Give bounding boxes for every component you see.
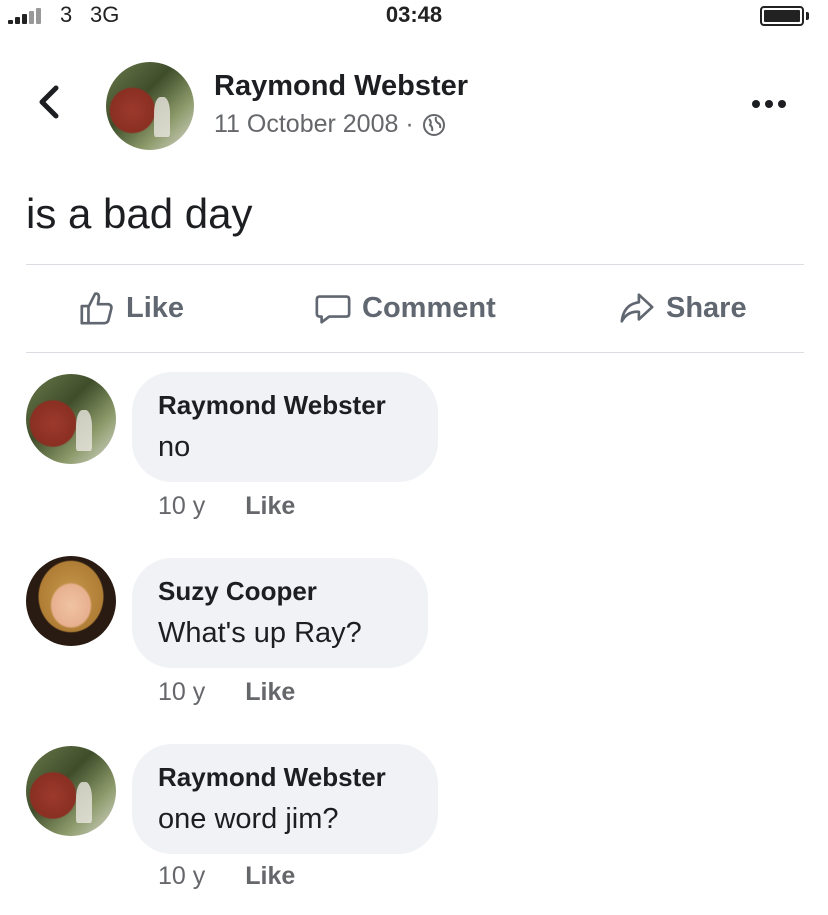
- post-text: is a bad day: [26, 190, 253, 237]
- comment-author[interactable]: Raymond Webster: [158, 390, 410, 421]
- comment-meta: 10 y Like: [158, 678, 295, 707]
- comment-button[interactable]: Comment: [314, 286, 496, 330]
- comment-age: 10 y: [158, 678, 206, 706]
- comment-bubble: Raymond Webster one word jim?: [132, 744, 438, 854]
- battery-icon: [760, 6, 804, 26]
- divider-bottom: [26, 352, 804, 353]
- comment-label: Comment: [362, 291, 496, 324]
- more-dot-icon: [778, 100, 786, 108]
- comment-author[interactable]: Suzy Cooper: [158, 576, 400, 607]
- comment-author[interactable]: Raymond Webster: [158, 762, 410, 793]
- thumbs-up-icon: [80, 292, 113, 325]
- share-arrow-icon: [620, 293, 654, 323]
- more-options-button[interactable]: [752, 96, 796, 112]
- chevron-left-icon: [39, 85, 59, 119]
- commenter-avatar[interactable]: [26, 746, 116, 836]
- comment-bubble-icon: [315, 295, 351, 324]
- post-meta: 11 October 2008 ·: [214, 110, 446, 139]
- comment-bubble: Suzy Cooper What's up Ray?: [132, 558, 428, 668]
- comment-text: one word jim?: [158, 803, 339, 835]
- comment-age: 10 y: [158, 862, 206, 890]
- commenter-avatar[interactable]: [26, 556, 116, 646]
- more-dot-icon: [765, 100, 773, 108]
- back-button[interactable]: [34, 80, 74, 124]
- status-time: 03:48: [385, 2, 443, 27]
- divider-top: [26, 264, 804, 265]
- comment-bubble: Raymond Webster no: [132, 372, 438, 482]
- comment-text: What's up Ray?: [158, 617, 362, 649]
- status-bar: 3 3G 03:48: [0, 0, 828, 34]
- battery-tip: [806, 12, 809, 20]
- more-dot-icon: [752, 100, 760, 108]
- author-avatar[interactable]: [106, 62, 194, 150]
- commenter-avatar[interactable]: [26, 374, 116, 464]
- globe-icon: [422, 113, 445, 136]
- post-date[interactable]: 11 October 2008 ·: [214, 110, 414, 139]
- share-button[interactable]: Share: [618, 286, 747, 330]
- comment-meta: 10 y Like: [158, 862, 295, 891]
- comment-like-button[interactable]: Like: [245, 678, 295, 707]
- comment-text: no: [158, 431, 191, 463]
- like-label: Like: [126, 291, 185, 324]
- comment-like-button[interactable]: Like: [245, 492, 295, 521]
- like-button[interactable]: Like: [78, 286, 184, 330]
- comment-meta: 10 y Like: [158, 492, 295, 521]
- share-label: Share: [666, 291, 747, 324]
- comment-like-button[interactable]: Like: [245, 862, 295, 891]
- comment-age: 10 y: [158, 492, 206, 520]
- post-author-name[interactable]: Raymond Webster: [214, 70, 468, 103]
